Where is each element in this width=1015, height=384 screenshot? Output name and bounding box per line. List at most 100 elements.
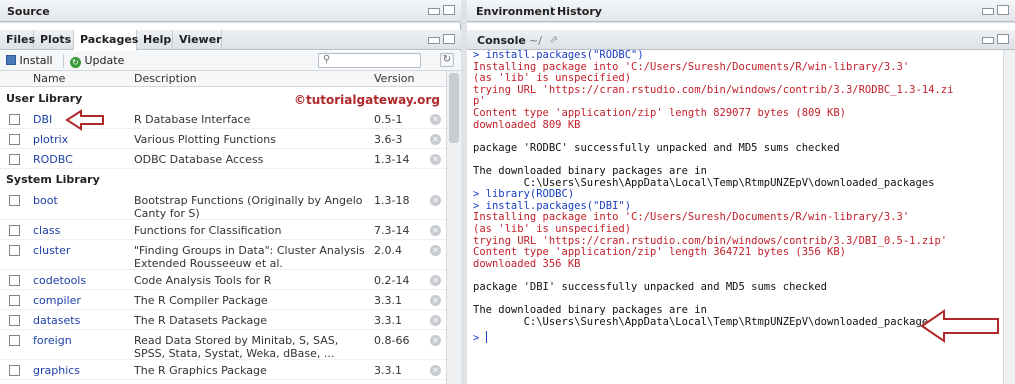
remove-package-icon[interactable]: ✕ — [430, 245, 441, 256]
tab-environment[interactable]: Environment — [476, 5, 555, 18]
package-version: 3.6-3 — [374, 133, 403, 146]
package-name-link[interactable]: plotrix — [33, 133, 68, 146]
remove-package-icon[interactable]: ✕ — [430, 275, 441, 286]
remove-package-icon[interactable]: ✕ — [430, 225, 441, 236]
package-version: 1.3-14 — [374, 153, 410, 166]
package-row[interactable]: foreign Read Data Stored by Minitab, S, S… — [0, 331, 446, 360]
console-message-line: Content type 'application/zip' length 82… — [473, 106, 846, 119]
environment-pane-header: Environment History — [467, 0, 1015, 22]
remove-package-icon[interactable]: ✕ — [430, 134, 441, 145]
console-tabbar: Console ~/ ⇗ — [467, 30, 1015, 50]
col-version[interactable]: Version — [374, 72, 414, 85]
remove-package-icon[interactable]: ✕ — [430, 154, 441, 165]
files-tabbar: Files Plots Packages Help Viewer — [0, 30, 461, 51]
package-row[interactable]: boot Bootstrap Functions (Originally by A… — [0, 191, 446, 220]
package-version: 1.3-18 — [374, 194, 410, 207]
package-search-input[interactable]: ⚲ — [318, 53, 421, 68]
package-load-checkbox[interactable] — [9, 225, 20, 236]
remove-package-icon[interactable]: ✕ — [430, 295, 441, 306]
remove-package-icon[interactable]: ✕ — [430, 365, 441, 376]
update-button[interactable]: ↻ Update — [70, 54, 124, 68]
packages-scrollbar[interactable] — [446, 71, 461, 384]
library-section-label: User Library — [6, 92, 83, 105]
install-button[interactable]: Install — [6, 54, 53, 67]
remove-package-icon[interactable]: ✕ — [430, 315, 441, 326]
package-load-checkbox[interactable] — [9, 114, 20, 125]
update-icon: ↻ — [70, 57, 81, 68]
package-name-link[interactable]: boot — [33, 194, 58, 207]
package-description: Read Data Stored by Minitab, S, SAS, SPS… — [134, 334, 339, 360]
package-row[interactable]: RODBC ODBC Database Access 1.3-14 ✕ — [0, 150, 446, 169]
package-version: 3.3.1 — [374, 364, 402, 377]
maximize-icon[interactable] — [997, 5, 1009, 15]
package-load-checkbox[interactable] — [9, 335, 20, 346]
tab-files[interactable]: Files — [0, 30, 35, 50]
packages-toolbar: Install ↻ Update ⚲ ↻ — [0, 51, 461, 71]
console-scrollbar[interactable] — [1003, 50, 1015, 384]
package-name-link[interactable]: DBI — [33, 113, 52, 126]
package-name-link[interactable]: graphics — [33, 364, 80, 377]
console-message-line: (as 'lib' is unspecified) — [473, 222, 632, 235]
package-row[interactable]: codetools Code Analysis Tools for R 0.2-14… — [0, 271, 446, 290]
package-load-checkbox[interactable] — [9, 245, 20, 256]
package-name-link[interactable]: compiler — [33, 294, 81, 307]
refresh-icon[interactable]: ↻ — [440, 53, 454, 67]
package-name-link[interactable]: RODBC — [33, 153, 73, 166]
install-label: Install — [19, 54, 53, 67]
package-row[interactable]: plotrix Various Plotting Functions 3.6-3 ✕ — [0, 130, 446, 149]
remove-package-icon[interactable]: ✕ — [430, 335, 441, 346]
tab-viewer[interactable]: Viewer — [173, 30, 222, 50]
package-version: 3.3.1 — [374, 294, 402, 307]
packages-table-header: Name Description Version — [0, 71, 446, 87]
package-version: 0.2-14 — [374, 274, 410, 287]
package-name-link[interactable]: datasets — [33, 314, 80, 327]
package-description: The R Graphics Package — [134, 364, 267, 377]
package-row[interactable]: datasets The R Datasets Package 3.3.1 ✕ — [0, 311, 446, 330]
package-name-link[interactable]: class — [33, 224, 60, 237]
maximize-icon[interactable] — [997, 34, 1009, 44]
package-load-checkbox[interactable] — [9, 365, 20, 376]
minimize-icon[interactable] — [428, 8, 440, 15]
text-cursor — [485, 331, 487, 344]
minimize-icon[interactable] — [982, 8, 994, 15]
package-load-checkbox[interactable] — [9, 154, 20, 165]
arrow-pointer-icon — [65, 109, 104, 131]
goto-dir-icon[interactable]: ⇗ — [549, 33, 558, 46]
minimize-icon[interactable] — [428, 37, 440, 44]
toolbar-divider — [63, 54, 64, 68]
package-description: Functions for Classification — [134, 224, 282, 237]
console-command-line: > library(RODBC) — [473, 188, 575, 201]
source-pane-header: Source — [0, 0, 461, 22]
package-name-link[interactable]: cluster — [33, 244, 70, 257]
scrollbar-thumb[interactable] — [449, 73, 459, 143]
maximize-icon[interactable] — [443, 34, 455, 44]
console-message-line: downloaded 356 KB — [473, 257, 581, 270]
col-name[interactable]: Name — [33, 72, 65, 85]
console-title[interactable]: Console — [477, 34, 526, 47]
package-description: The R Datasets Package — [134, 314, 267, 327]
package-row[interactable]: cluster "Finding Groups in Data": Cluster… — [0, 241, 446, 270]
source-window-buttons — [428, 5, 455, 15]
package-load-checkbox[interactable] — [9, 275, 20, 286]
package-load-checkbox[interactable] — [9, 295, 20, 306]
package-row[interactable]: compiler The R Compiler Package 3.3.1 ✕ — [0, 291, 446, 310]
col-description[interactable]: Description — [134, 72, 197, 85]
console-path: ~/ — [529, 34, 542, 47]
tab-plots[interactable]: Plots — [34, 30, 74, 50]
package-row[interactable]: class Functions for Classification 7.3-14 ✕ — [0, 221, 446, 240]
package-row[interactable]: graphics The R Graphics Package 3.3.1 ✕ — [0, 361, 446, 380]
package-description: ODBC Database Access — [134, 153, 264, 166]
package-load-checkbox[interactable] — [9, 134, 20, 145]
package-name-link[interactable]: foreign — [33, 334, 72, 347]
package-name-link[interactable]: codetools — [33, 274, 86, 287]
tab-help[interactable]: Help — [137, 30, 173, 50]
remove-package-icon[interactable]: ✕ — [430, 114, 441, 125]
remove-package-icon[interactable]: ✕ — [430, 195, 441, 206]
tab-history[interactable]: History — [550, 5, 602, 18]
minimize-icon[interactable] — [982, 37, 994, 44]
maximize-icon[interactable] — [443, 5, 455, 15]
package-load-checkbox[interactable] — [9, 195, 20, 206]
tab-packages[interactable]: Packages — [74, 30, 138, 51]
package-load-checkbox[interactable] — [9, 315, 20, 326]
watermark: ©tutorialgateway.org — [294, 93, 440, 107]
